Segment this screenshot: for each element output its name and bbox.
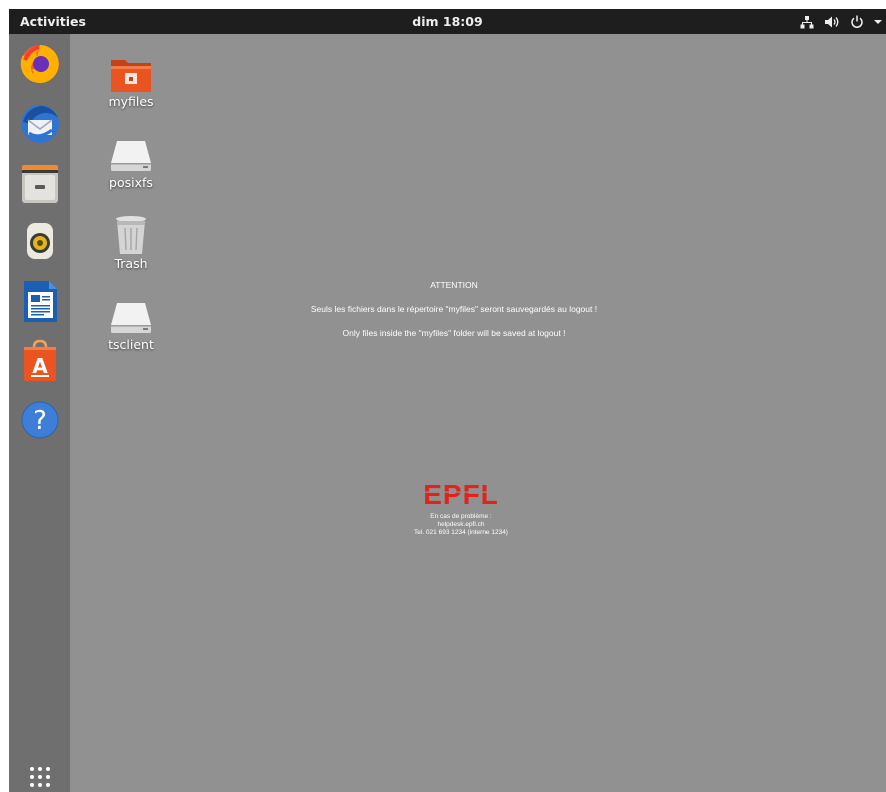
desktop-icon-label: Trash bbox=[114, 256, 148, 271]
notice-line-french: Seuls les fichiers dans le répertoire "m… bbox=[310, 304, 598, 314]
show-applications-button[interactable] bbox=[17, 763, 63, 792]
app-grid-icon bbox=[17, 763, 63, 792]
desktop-icon-label: myfiles bbox=[108, 94, 154, 109]
power-icon bbox=[850, 15, 864, 29]
dock: A ? bbox=[9, 34, 70, 792]
desktop-icon-posixfs[interactable]: posixfs bbox=[96, 137, 166, 190]
volume-icon bbox=[824, 15, 840, 29]
epfl-branding: EPFL En cas de problème : helpdesk.epfl.… bbox=[406, 472, 516, 554]
chevron-down-icon bbox=[874, 19, 882, 25]
file-cabinet-icon bbox=[17, 160, 63, 206]
desktop-icon-label: posixfs bbox=[109, 175, 153, 190]
top-bar: Activities dim 18:09 bbox=[9, 9, 886, 34]
firefox-icon bbox=[17, 40, 63, 86]
dock-item-rhythmbox[interactable] bbox=[17, 218, 63, 264]
help-icon: ? bbox=[17, 397, 63, 443]
epfl-contact-line: Tel. 021 693 1234 (interne 1234) bbox=[414, 529, 508, 536]
drive-icon bbox=[96, 299, 166, 337]
thunderbird-icon bbox=[17, 100, 63, 146]
epfl-logo-text: EPFL bbox=[423, 481, 499, 507]
network-icon bbox=[800, 15, 814, 29]
epfl-logo: EPFL bbox=[419, 481, 503, 507]
dock-item-thunderbird[interactable] bbox=[17, 100, 63, 146]
desktop-screen: Activities dim 18:09 A ? myfiles posixfs… bbox=[9, 9, 886, 792]
drive-icon bbox=[96, 137, 166, 175]
notice-line-english: Only files inside the "myfiles" folder w… bbox=[342, 328, 566, 338]
notice-heading: ATTENTION bbox=[430, 280, 478, 290]
clock-area: dim 18:09 bbox=[9, 14, 886, 29]
speaker-icon bbox=[17, 218, 63, 264]
desktop-icon-label: tsclient bbox=[108, 337, 154, 352]
writer-document-icon bbox=[17, 278, 63, 324]
clock-button[interactable]: dim 18:09 bbox=[412, 14, 482, 29]
dock-item-firefox[interactable] bbox=[17, 40, 63, 86]
trash-icon bbox=[96, 214, 166, 256]
desktop-icon-myfiles[interactable]: myfiles bbox=[96, 54, 166, 109]
dock-item-software[interactable]: A bbox=[17, 338, 63, 384]
dock-item-files[interactable] bbox=[17, 160, 63, 206]
software-bag-icon: A bbox=[17, 338, 63, 384]
svg-text:A: A bbox=[32, 354, 48, 378]
dock-item-help[interactable]: ? bbox=[17, 397, 63, 443]
home-folder-icon bbox=[96, 54, 166, 94]
desktop-icon-tsclient[interactable]: tsclient bbox=[96, 299, 166, 352]
epfl-contact-line: helpdesk.epfl.ch bbox=[437, 521, 485, 528]
system-menu-button[interactable] bbox=[800, 12, 882, 31]
dock-item-writer[interactable] bbox=[17, 278, 63, 324]
desktop-icon-trash[interactable]: Trash bbox=[96, 214, 166, 271]
svg-text:?: ? bbox=[33, 406, 47, 436]
epfl-contact-line: En cas de problème : bbox=[430, 513, 492, 520]
